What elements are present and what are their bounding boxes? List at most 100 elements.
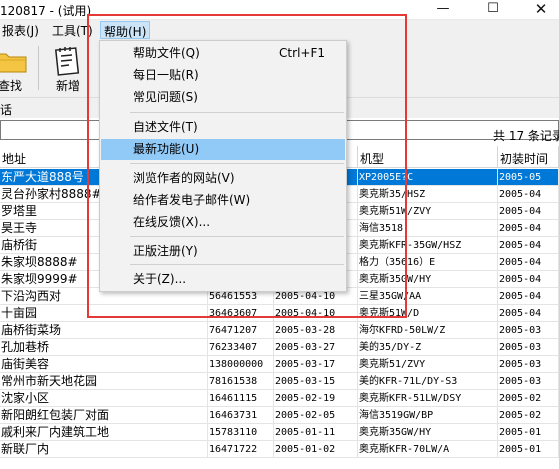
phone-cell: 36463607 [208,305,274,322]
install-time-cell: 2005-05 [498,169,559,186]
install-time-cell: 2005-01 [498,441,559,458]
find-button[interactable]: 查找 [0,44,34,96]
help-menu-item-label: 帮助文件(Q) [133,46,200,60]
find-label: 查找 [0,79,22,93]
model-cell: 奥克斯51/ZVY [358,356,498,373]
phone-cell: 15783110 [208,424,274,441]
install-time-cell: 2005-04 [498,220,559,237]
phone-cell: 16461115 [208,390,274,407]
close-button[interactable]: ✕ [518,0,559,20]
table-row[interactable]: 庙街美容 138000000 2005-03-17 奥克斯51/ZVY 2005-03 [0,356,559,373]
menu-separator [130,236,344,237]
help-menu-item-label: 常见问题(S) [133,90,198,104]
address-cell: 庙街美容 [0,356,208,373]
model-cell: 奥克斯35GW/HY [358,271,498,288]
help-menu-item[interactable]: 最新功能(U) [101,139,345,160]
help-menu-item-label: 关于(Z)... [133,272,187,286]
menu-report[interactable]: 报表(J) [0,22,41,39]
table-row[interactable]: 新阳朗红包装厂对面 16463731 2005-02-05 海信3519GW/BP 20… [0,407,559,424]
model-cell: 格力（35616）E [358,254,498,271]
table-row[interactable]: 十亩园 36463607 2005-04-10 奥克斯51W/D 2005-04 [0,305,559,322]
table-row[interactable]: 沈家小区 16461115 2005-02-19 奥克斯KFR-51LW/DSY 200… [0,390,559,407]
address-cell: 孔加巷桥 [0,339,208,356]
menu-tools[interactable]: 工具(T) [50,22,95,39]
column-header-install-time[interactable]: 初装时间 [498,146,559,168]
date-cell: 2005-02-19 [274,390,358,407]
date-cell: 2005-01-11 [274,424,358,441]
install-time-cell: 2005-03 [498,322,559,339]
search-label: 话 [0,103,13,117]
install-time-cell: 2005-03 [498,339,559,356]
model-cell: 三星35GW/AA [358,288,498,305]
address-cell: 新联厂内 [0,441,208,458]
model-cell: 奥克斯KFR-51LW/DSY [358,390,498,407]
table-row[interactable]: 庙桥街菜场 76471207 2005-03-28 海尔KFRD-50LW/Z 2005… [0,322,559,339]
help-menu-item[interactable]: 在线反馈(X)... [101,212,345,233]
install-time-cell: 2005-04 [498,186,559,203]
date-cell: 2005-03-28 [274,322,358,339]
install-time-cell: 2005-04 [498,271,559,288]
date-cell: 2005-02-05 [274,407,358,424]
phone-cell: 138000000 [208,356,274,373]
address-cell: 戚利来厂内建筑工地 [0,424,208,441]
model-cell: 海信3519GW/BP [358,407,498,424]
model-cell: XP2005E?C [358,169,498,186]
help-menu-item[interactable]: 正版注册(Y) [101,241,345,262]
help-menu-item[interactable]: 常见问题(S) [101,87,345,108]
model-cell: 奥克斯35GW/HY [358,424,498,441]
model-cell: 奥克斯KFR-70LW/A [358,441,498,458]
table-row[interactable]: 孔加巷桥 76233407 2005-03-27 美的35/DY-Z 2005-03 [0,339,559,356]
table-row[interactable]: 常州市新天地花园 78161538 2005-03-15 美的KFR-71L/DY-S… [0,373,559,390]
help-menu-dropdown: 帮助文件(Q) Ctrl+F1 每日一贴(R) 常见问题(S) 自述文件(T) 最新功能(… [99,40,347,292]
date-cell: 2005-03-15 [274,373,358,390]
install-time-cell: 2005-04 [498,203,559,220]
help-menu-item[interactable]: 给作者发电子邮件(W) [101,190,345,211]
new-label: 新增 [55,79,80,93]
address-cell: 新阳朗红包装厂对面 [0,407,208,424]
install-time-cell: 2005-03 [498,356,559,373]
menu-help[interactable]: 帮助(H) [100,21,151,39]
menu-separator [130,163,344,164]
record-count: 共 17 条记录 [493,129,559,143]
maximize-button[interactable]: ☐ [470,0,516,20]
date-cell: 2005-04-10 [274,305,358,322]
install-time-cell: 2005-01 [498,424,559,441]
title-bar: 120817 - (试用) — ☐ ✕ [0,0,559,20]
phone-cell: 78161538 [208,373,274,390]
model-cell: 美的35/DY-Z [358,339,498,356]
model-cell: 奥克斯51W/D [358,305,498,322]
column-header-model[interactable]: 机型 [358,146,498,168]
date-cell: 2005-03-17 [274,356,358,373]
help-menu-item[interactable]: 帮助文件(Q) Ctrl+F1 [101,43,345,64]
help-menu-item-label: 给作者发电子邮件(W) [133,193,251,207]
install-time-cell: 2005-04 [498,254,559,271]
date-cell: 2005-03-27 [274,339,358,356]
help-menu-item-label: 浏览作者的网站(V) [133,171,235,185]
help-menu-item[interactable]: 每日一贴(R) [101,65,345,86]
folder-icon [0,53,27,73]
new-button[interactable]: 新增 [44,44,92,96]
help-menu-item-label: 自述文件(T) [133,120,198,134]
phone-cell: 16463731 [208,407,274,424]
help-menu-item[interactable]: 自述文件(T) [101,117,345,138]
help-menu-item-shortcut: Ctrl+F1 [279,46,325,60]
model-cell: 海信3518 [358,220,498,237]
model-cell: 美的KFR-71L/DY-S3 [358,373,498,390]
address-cell: 常州市新天地花园 [0,373,208,390]
table-row[interactable]: 戚利来厂内建筑工地 15783110 2005-01-11 奥克斯35GW/HY 200… [0,424,559,441]
install-time-cell: 2005-02 [498,407,559,424]
install-time-cell: 2005-04 [498,305,559,322]
help-menu-item[interactable]: 浏览作者的网站(V) [101,168,345,189]
model-cell: 奥克斯35/HSZ [358,186,498,203]
minimize-button[interactable]: — [420,0,466,20]
table-row[interactable]: 新联厂内 16471722 2005-01-02 奥克斯KFR-70LW/A 2005-… [0,441,559,458]
help-menu-item-label: 每日一贴(R) [133,68,199,82]
help-menu-item[interactable]: 关于(Z)... [101,269,345,290]
install-time-cell: 2005-04 [498,288,559,305]
model-cell: 奥克斯KFR-35GW/HSZ [358,237,498,254]
model-cell: 奥克斯51W/ZVY [358,203,498,220]
phone-cell: 76233407 [208,339,274,356]
install-time-cell: 2005-02 [498,390,559,407]
address-cell: 庙桥街菜场 [0,322,208,339]
help-menu-item-label: 在线反馈(X)... [133,215,211,229]
